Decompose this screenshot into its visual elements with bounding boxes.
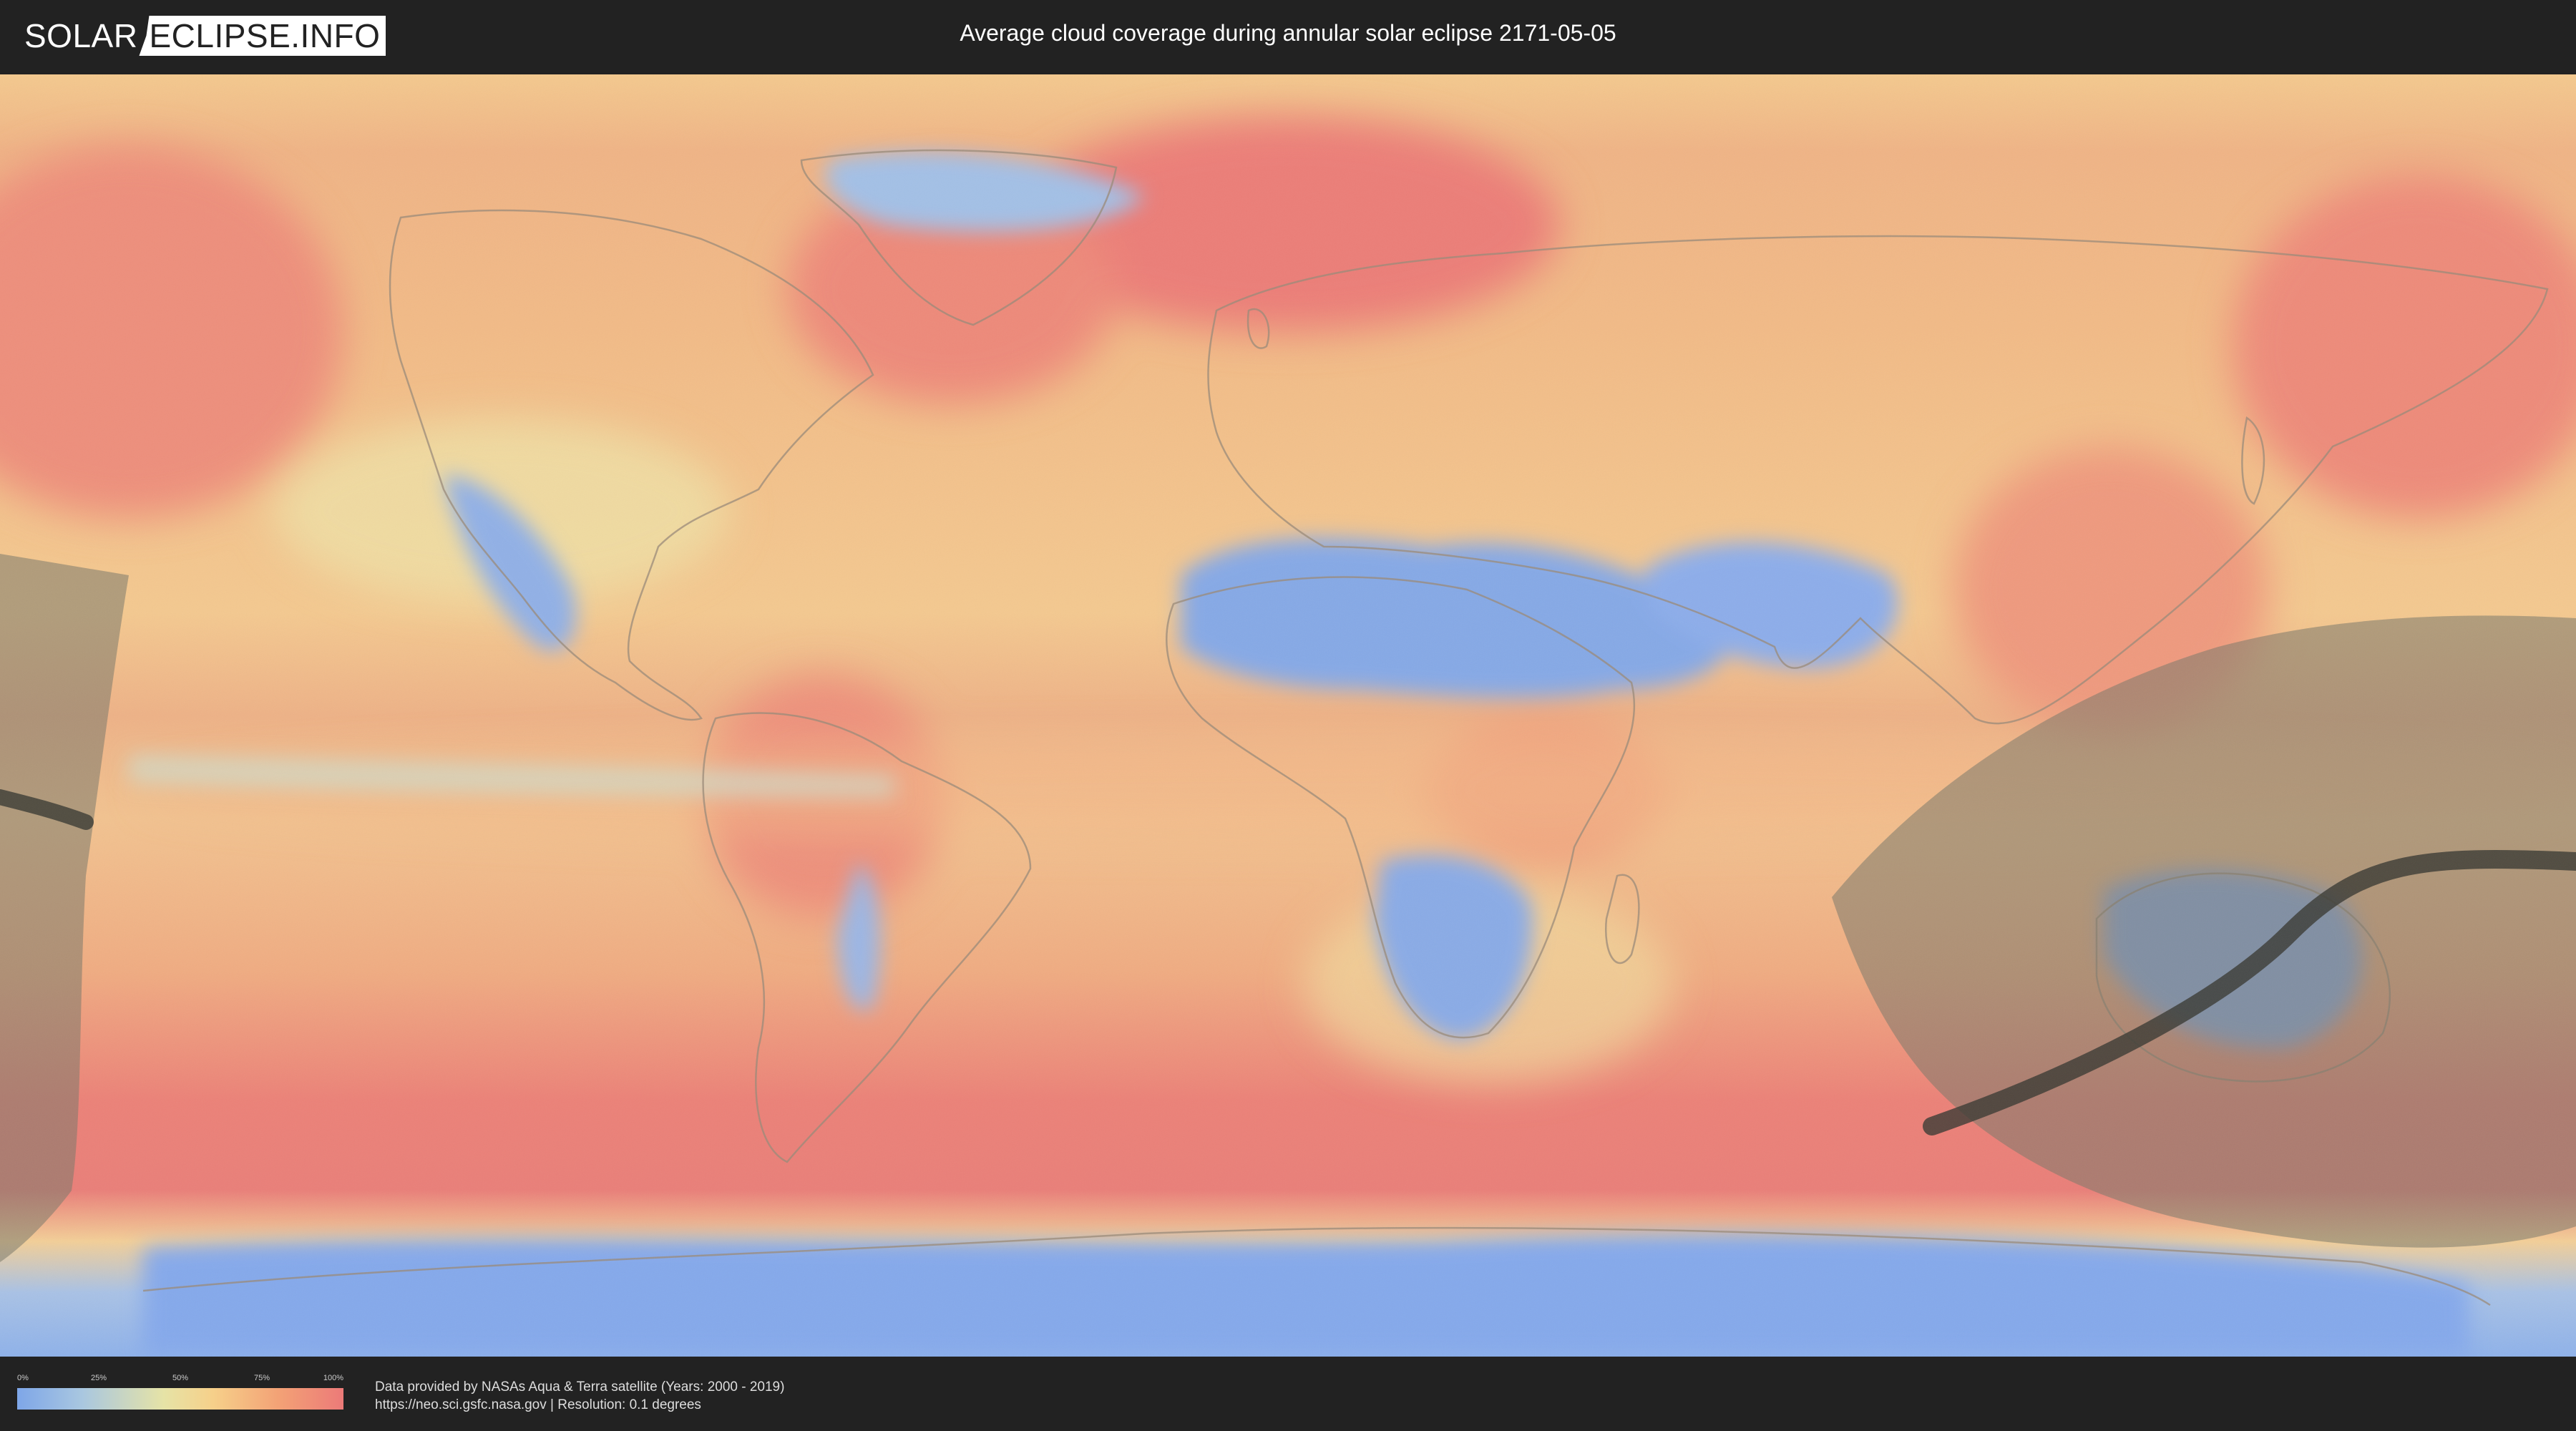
world-map-svg <box>0 74 2576 1357</box>
cloud-coverage-map[interactable] <box>0 74 2576 1357</box>
map-texture <box>0 74 2576 1357</box>
legend-tick-50: 50% <box>172 1374 189 1382</box>
credits-line-url[interactable]: https://neo.sci.gsfc.nasa.gov | Resoluti… <box>375 1396 784 1414</box>
data-credits: Data provided by NASAs Aqua & Terra sate… <box>375 1378 784 1414</box>
legend-tick-100: 100% <box>323 1374 343 1382</box>
page: SOLAR ECLIPSE.INFO Average cloud coverag… <box>0 0 2576 1431</box>
legend-color-bar <box>17 1388 343 1410</box>
cloud-coverage-legend: 0% 25% 50% 75% 100% <box>17 1374 343 1410</box>
footer-bar: 0% 25% 50% 75% 100% Data provided by NAS… <box>0 1357 2576 1431</box>
legend-tick-25: 25% <box>90 1374 107 1382</box>
page-title: Average cloud coverage during annular so… <box>960 20 1616 46</box>
legend-tick-75: 75% <box>253 1374 270 1382</box>
legend-tick-labels: 0% 25% 50% 75% 100% <box>17 1374 343 1385</box>
legend-tick-0: 0% <box>17 1374 29 1382</box>
header-bar: SOLAR ECLIPSE.INFO Average cloud coverag… <box>0 0 2576 72</box>
credits-line-source: Data provided by NASAs Aqua & Terra sate… <box>375 1379 785 1395</box>
